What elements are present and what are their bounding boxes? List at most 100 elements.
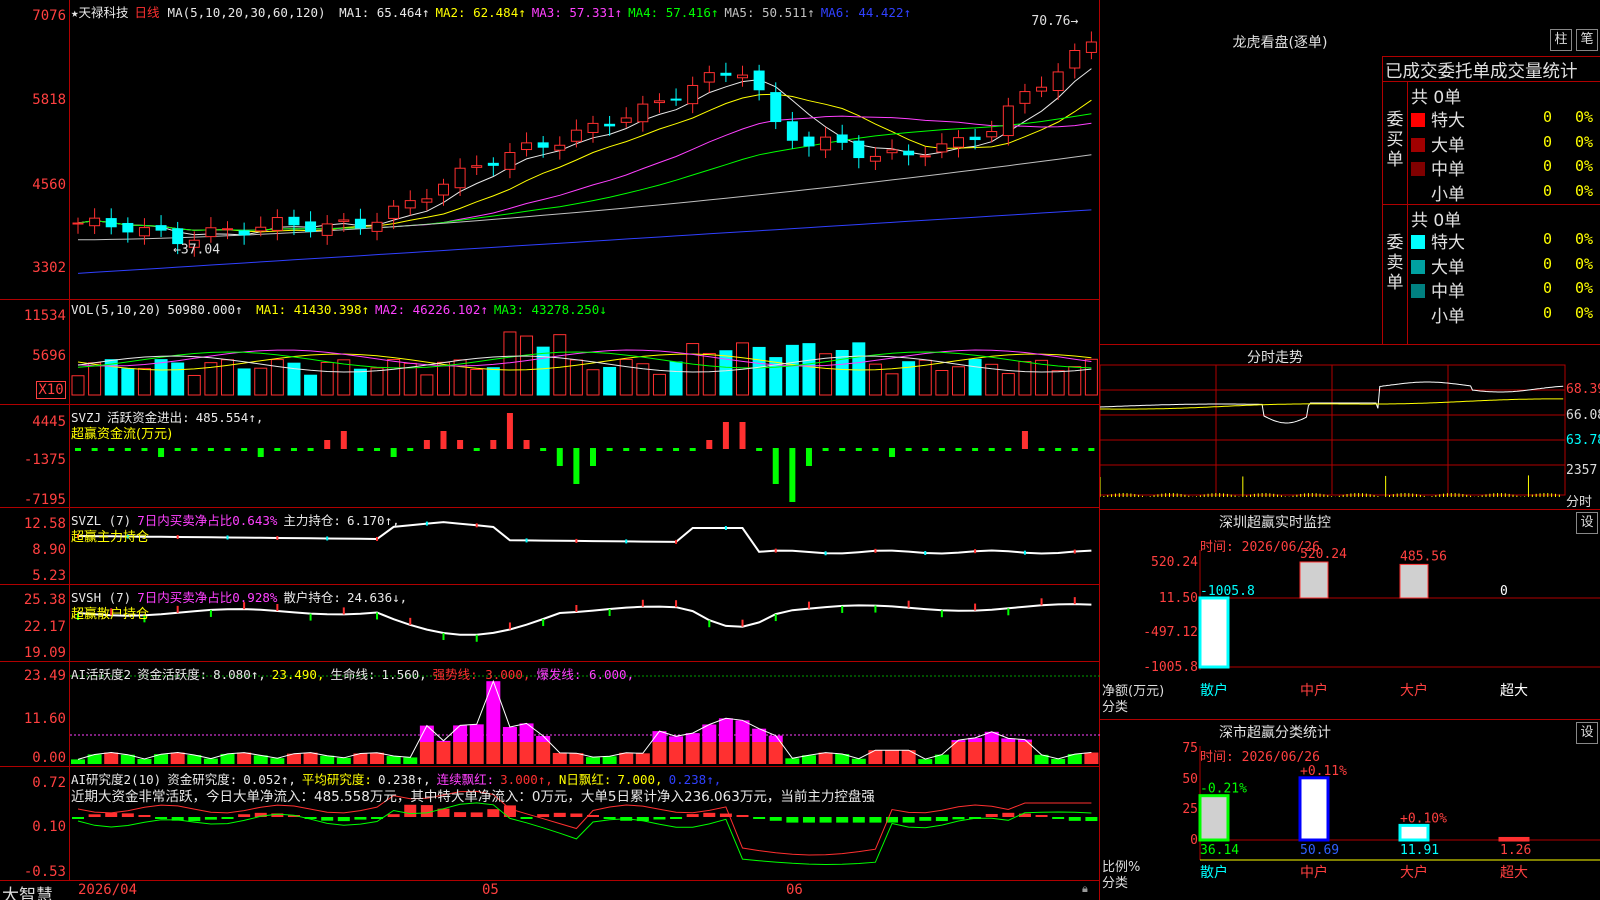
sz-class-tick: 50 <box>1182 772 1198 787</box>
svzl-pane[interactable]: 12.58 8.90 5.23 SVZL (7) 7日内买卖净占比0.643% 主力… <box>0 508 1100 585</box>
svzl-subtitle: 超赢主力持仓 <box>71 530 150 545</box>
svzj-tick: 4445 <box>32 414 66 430</box>
research-bar <box>454 812 467 817</box>
intraday-plot[interactable] <box>1100 345 1600 510</box>
sz-monitor-tick: 11.50 <box>1159 591 1198 606</box>
activity-bar <box>702 742 717 764</box>
candle-body <box>570 129 582 142</box>
research-bar <box>155 817 168 819</box>
volume-bar <box>1001 373 1015 396</box>
fund-flow-bar <box>805 448 812 466</box>
research-bar <box>1035 815 1048 817</box>
candle-body <box>1002 105 1014 137</box>
fund-flow-bar <box>374 448 381 451</box>
fund-flow-bar <box>822 448 829 451</box>
research-bar <box>238 814 251 817</box>
fund-flow-bar <box>257 448 264 457</box>
lhb-title: 龙虎看盘(逐单) <box>1232 35 1328 51</box>
activity-bar <box>71 759 85 764</box>
research-bar <box>1052 817 1065 819</box>
fund-flow-bar <box>872 448 879 451</box>
svzj-pane[interactable]: 4445 -1375 -7195 SVZJ 活跃资金进出: 485.554↑, 超赢… <box>0 405 1100 508</box>
sz-class-chart[interactable]: 75 50 25 0 -0.21% 36.14 散户 +0.11% 50.69 中户 +0.10% 1… <box>1100 720 1600 900</box>
candle-body <box>753 70 765 91</box>
candle-body <box>1069 50 1081 69</box>
retail-holding-tick <box>209 609 212 617</box>
retail-holding-tick <box>176 605 179 613</box>
retail-holding-tick <box>774 614 777 622</box>
research-bar <box>852 817 865 823</box>
candle-body <box>222 228 234 231</box>
retail-holding-tick <box>1073 597 1076 605</box>
volume-bar <box>137 367 151 396</box>
vol-ma-value-1: MA1: 41430.398↑ <box>256 302 369 317</box>
volume-bar <box>520 335 534 396</box>
sz-class-change: -0.21% <box>1200 782 1247 797</box>
app-window: 7076 5818 4560 3302 ★天禄科技 日线 MA(5,10,20,30… <box>0 0 1600 900</box>
activity-bar <box>137 758 152 764</box>
fund-flow-bar <box>207 448 214 451</box>
research-bar <box>836 817 849 823</box>
life-line-value: 1.560, <box>381 667 427 682</box>
candle-body <box>437 183 449 196</box>
activity-bar <box>1017 742 1032 764</box>
lhb-row-特大: 特大 <box>1411 106 1465 131</box>
retail-holding-tick <box>874 605 877 613</box>
candle-body <box>454 167 466 189</box>
lock-icon[interactable]: 🔒︎ <box>1082 882 1088 896</box>
ai-activity-pane[interactable]: 23.49 11.60 0.00 AI活跃度2 资金活跃度: 8.080↑, 23.4… <box>0 662 1100 767</box>
sz-monitor-chart[interactable]: 520.2411.50-497.12-1005.8-1005.8散户520.24… <box>1100 510 1600 720</box>
retail-holding-tick <box>309 613 312 621</box>
lhb-row-label: 小单 <box>1431 306 1465 327</box>
main-holding-tick <box>226 535 229 540</box>
lhb-row-label: 大单 <box>1431 257 1465 278</box>
tick-mode-button[interactable]: 笔 <box>1576 29 1598 51</box>
activity-bar <box>685 742 700 764</box>
volume-bar <box>586 369 600 396</box>
ai-research-pane[interactable]: 0.72 0.10 -0.53 AI研究度2(10) 资金研究度: 0.052↑, 平… <box>0 767 1100 880</box>
activity-bar <box>453 742 468 764</box>
research-bar <box>1068 817 1081 821</box>
period-label[interactable]: 日线 <box>135 5 160 20</box>
main-holding-tick <box>1023 550 1026 555</box>
lhb-row-中单: 中单 <box>1411 277 1465 302</box>
activity-bar-top <box>453 725 468 742</box>
sz-monitor-bar <box>1299 561 1329 599</box>
volume-bar <box>171 362 185 396</box>
legend-swatch <box>1411 162 1425 176</box>
ai-research-tick: -0.53 <box>23 864 66 880</box>
date-tick: 06 <box>786 882 803 898</box>
stock-name[interactable]: ★天禄科技 <box>71 5 129 20</box>
activity-bar <box>1001 742 1016 764</box>
volume-pane[interactable]: 11534 5696 X10 VOL(5,10,20) 50980.000↑ MA… <box>0 300 1100 405</box>
fund-flow-bar <box>324 440 331 449</box>
retail-holding-tick <box>442 633 445 641</box>
retail-holding-tick <box>940 610 943 618</box>
activity-bar <box>502 742 517 764</box>
lhb-row-pct: 0% <box>1575 181 1594 200</box>
main-holding-tick <box>475 523 478 528</box>
candlestick-plot[interactable]: 70.76→ ←37.04 <box>70 0 1100 300</box>
research-bar <box>603 817 616 819</box>
fund-flow-bar <box>241 448 248 451</box>
research-bar <box>1085 817 1098 822</box>
activity-bar <box>635 753 650 764</box>
fund-flow-bar <box>739 422 746 449</box>
intraday-panel[interactable]: 分时走势 68.39 66.08 63.78 2357 分时 <box>1100 345 1600 510</box>
candle-body <box>404 200 416 209</box>
activity-bar <box>552 752 567 764</box>
svzl-value: 6.170↑, <box>346 513 400 528</box>
svsh-pane[interactable]: 25.38 22.17 19.09 SVSH (7) 7日内买卖净占比0.928%… <box>0 585 1100 662</box>
ai-activity-indicator-line: AI活跃度2 资金活跃度: 8.080↑, 23.490, 生命线: 1.560, 强势线:… <box>71 664 640 683</box>
ma-line-3 <box>77 115 1092 231</box>
kline-pane[interactable]: 7076 5818 4560 3302 ★天禄科技 日线 MA(5,10,20,30… <box>0 0 1100 300</box>
svsh-axis: 25.38 22.17 19.09 <box>0 585 70 661</box>
activity-bar <box>785 758 800 764</box>
retail-holding-tick <box>907 600 910 608</box>
fund-flow-bar <box>307 448 314 451</box>
research-bar <box>121 813 134 817</box>
sz-class-tick: 25 <box>1182 802 1198 817</box>
bar-mode-button[interactable]: 柱 <box>1550 29 1572 51</box>
activity-bar <box>436 742 451 764</box>
ai-activity-value2: 23.490, <box>271 667 325 682</box>
